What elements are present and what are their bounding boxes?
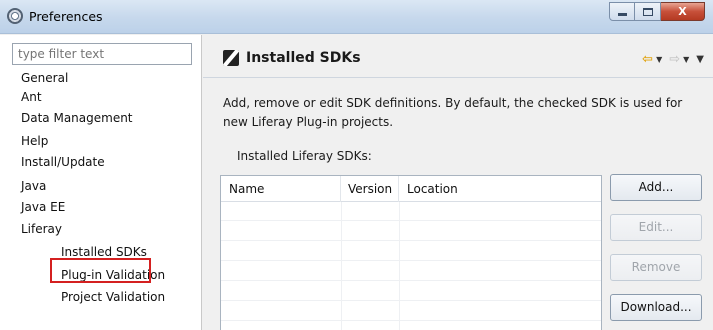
table-row[interactable] bbox=[221, 202, 601, 221]
arrow-right-icon[interactable]: ⇨ bbox=[669, 52, 680, 67]
table-header: Name Version Location bbox=[221, 176, 601, 202]
selection-highlight-box bbox=[50, 258, 151, 283]
table-row[interactable] bbox=[221, 242, 601, 261]
installed-sdks-label: Installed Liferay SDKs: bbox=[237, 149, 372, 163]
forward-dropdown-icon[interactable]: ▼ bbox=[683, 55, 689, 64]
filter-input[interactable] bbox=[12, 43, 192, 65]
table-row[interactable] bbox=[221, 222, 601, 241]
header-separator bbox=[203, 77, 713, 78]
tree-item-ant[interactable]: Ant bbox=[21, 90, 42, 105]
page-title: Installed SDKs bbox=[246, 50, 361, 66]
column-header-name[interactable]: Name bbox=[221, 176, 341, 202]
tree-item-help[interactable]: Help bbox=[21, 134, 48, 149]
tree-item-general[interactable]: General bbox=[21, 71, 68, 86]
arrow-left-icon[interactable]: ⇦ bbox=[642, 52, 653, 67]
column-header-version[interactable]: Version bbox=[341, 176, 399, 202]
remove-button[interactable]: Remove bbox=[610, 254, 702, 281]
minimize-button[interactable] bbox=[609, 2, 635, 21]
tree-item-project-validation[interactable]: Project Validation bbox=[61, 290, 165, 305]
page-navigation: ⇦ ▼ ⇨ ▼ ▼ bbox=[642, 52, 704, 67]
table-row[interactable] bbox=[221, 282, 601, 301]
sdk-icon bbox=[223, 50, 239, 66]
back-dropdown-icon[interactable]: ▼ bbox=[656, 55, 662, 64]
close-button[interactable]: X bbox=[661, 2, 705, 21]
add-button[interactable]: Add... bbox=[610, 174, 702, 201]
preferences-tree-pane: General Ant Data Management Help Install… bbox=[0, 35, 202, 330]
sdk-table[interactable]: Name Version Location bbox=[220, 175, 602, 330]
preferences-app-icon bbox=[7, 8, 23, 24]
view-menu-icon[interactable]: ▼ bbox=[696, 54, 704, 65]
table-row[interactable] bbox=[221, 302, 601, 321]
page-header: Installed SDKs bbox=[223, 50, 361, 66]
minimize-icon bbox=[617, 13, 627, 16]
table-row[interactable] bbox=[221, 262, 601, 281]
tree-item-liferay[interactable]: Liferay bbox=[21, 222, 62, 237]
close-icon: X bbox=[678, 5, 687, 18]
tree-item-data-management[interactable]: Data Management bbox=[21, 111, 133, 126]
maximize-icon bbox=[642, 7, 653, 16]
column-header-location[interactable]: Location bbox=[399, 176, 601, 202]
edit-button[interactable]: Edit... bbox=[610, 214, 702, 241]
download-button[interactable]: Download... bbox=[610, 294, 702, 321]
tree-item-java[interactable]: Java bbox=[21, 179, 46, 194]
window-controls: X bbox=[609, 2, 705, 22]
tree-item-java-ee[interactable]: Java EE bbox=[21, 200, 65, 215]
page-description: Add, remove or edit SDK definitions. By … bbox=[223, 96, 683, 129]
preference-page: Installed SDKs ⇦ ▼ ⇨ ▼ ▼ Add, remove or … bbox=[203, 35, 713, 330]
maximize-button[interactable] bbox=[635, 2, 661, 21]
window-title: Preferences bbox=[29, 9, 103, 24]
title-bar: Preferences X bbox=[0, 0, 713, 34]
tree-item-install-update[interactable]: Install/Update bbox=[21, 155, 105, 170]
